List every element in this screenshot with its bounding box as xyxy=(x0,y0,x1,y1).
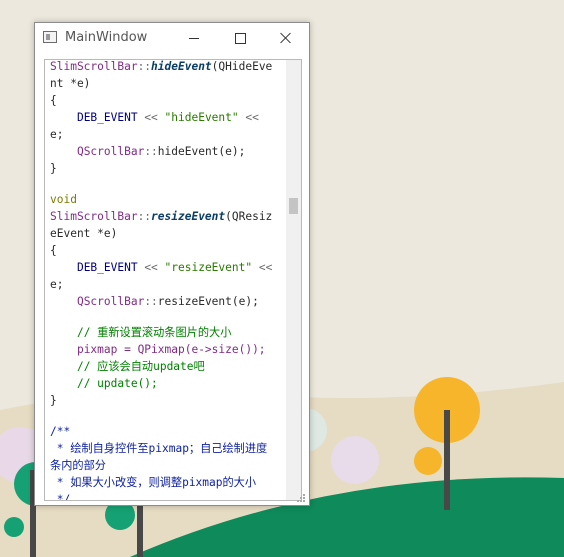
code-line: eEvent *e) xyxy=(50,227,118,240)
code-line: * 绘制自身控件至pixmap；自己绘制进度 xyxy=(50,442,268,455)
code-text: SlimScrollBar::hideEvent(QHideEve nt *e)… xyxy=(50,60,286,501)
close-button[interactable] xyxy=(263,23,309,53)
code-line: e; xyxy=(50,278,64,291)
code-line: QScrollBar::resizeEvent(e); xyxy=(76,295,259,308)
close-icon xyxy=(280,32,292,44)
code-line: e; xyxy=(50,128,64,141)
code-line: SlimScrollBar::resizeEvent(QResiz xyxy=(50,210,273,223)
code-line: nt *e) xyxy=(50,77,91,90)
code-line: // update(); xyxy=(76,377,158,390)
scrollbar-thumb[interactable] xyxy=(289,198,298,214)
code-line: void xyxy=(50,193,77,206)
code-line: * 如果大小改变，则调整pixmap的大小 xyxy=(50,476,257,489)
code-line: */ xyxy=(50,493,71,501)
title-bar[interactable]: MainWindow xyxy=(35,23,309,53)
code-line: DEB_EVENT << "resizeEvent" << xyxy=(76,261,273,274)
code-line: QScrollBar::hideEvent(e); xyxy=(76,145,246,158)
code-line: // 应该会自动update吧 xyxy=(76,360,205,373)
app-window-icon xyxy=(43,31,57,43)
window-title: MainWindow xyxy=(65,30,148,45)
code-line: /** xyxy=(50,425,71,438)
code-line: { xyxy=(50,244,57,257)
minimize-button[interactable] xyxy=(171,23,217,53)
size-grip-icon[interactable] xyxy=(297,494,305,502)
code-line: SlimScrollBar::hideEvent(QHideEve xyxy=(50,60,273,73)
code-line: 条内的部分 xyxy=(50,459,106,472)
code-line: } xyxy=(50,394,57,407)
vertical-scrollbar[interactable] xyxy=(286,60,301,500)
maximize-button[interactable] xyxy=(217,23,263,53)
maximize-icon xyxy=(234,32,246,44)
code-line: pixmap = QPixmap(e->size()); xyxy=(76,343,266,356)
code-line: DEB_EVENT << "hideEvent" << xyxy=(76,111,259,124)
code-line: { xyxy=(50,94,57,107)
code-line: // 重新设置滚动条图片的大小 xyxy=(76,326,232,339)
code-line: } xyxy=(50,162,57,175)
main-window: MainWindow SlimScrollBar::hideEvent(QHid… xyxy=(34,22,310,506)
code-editor[interactable]: SlimScrollBar::hideEvent(QHideEve nt *e)… xyxy=(44,59,302,501)
minimize-icon xyxy=(189,37,199,39)
